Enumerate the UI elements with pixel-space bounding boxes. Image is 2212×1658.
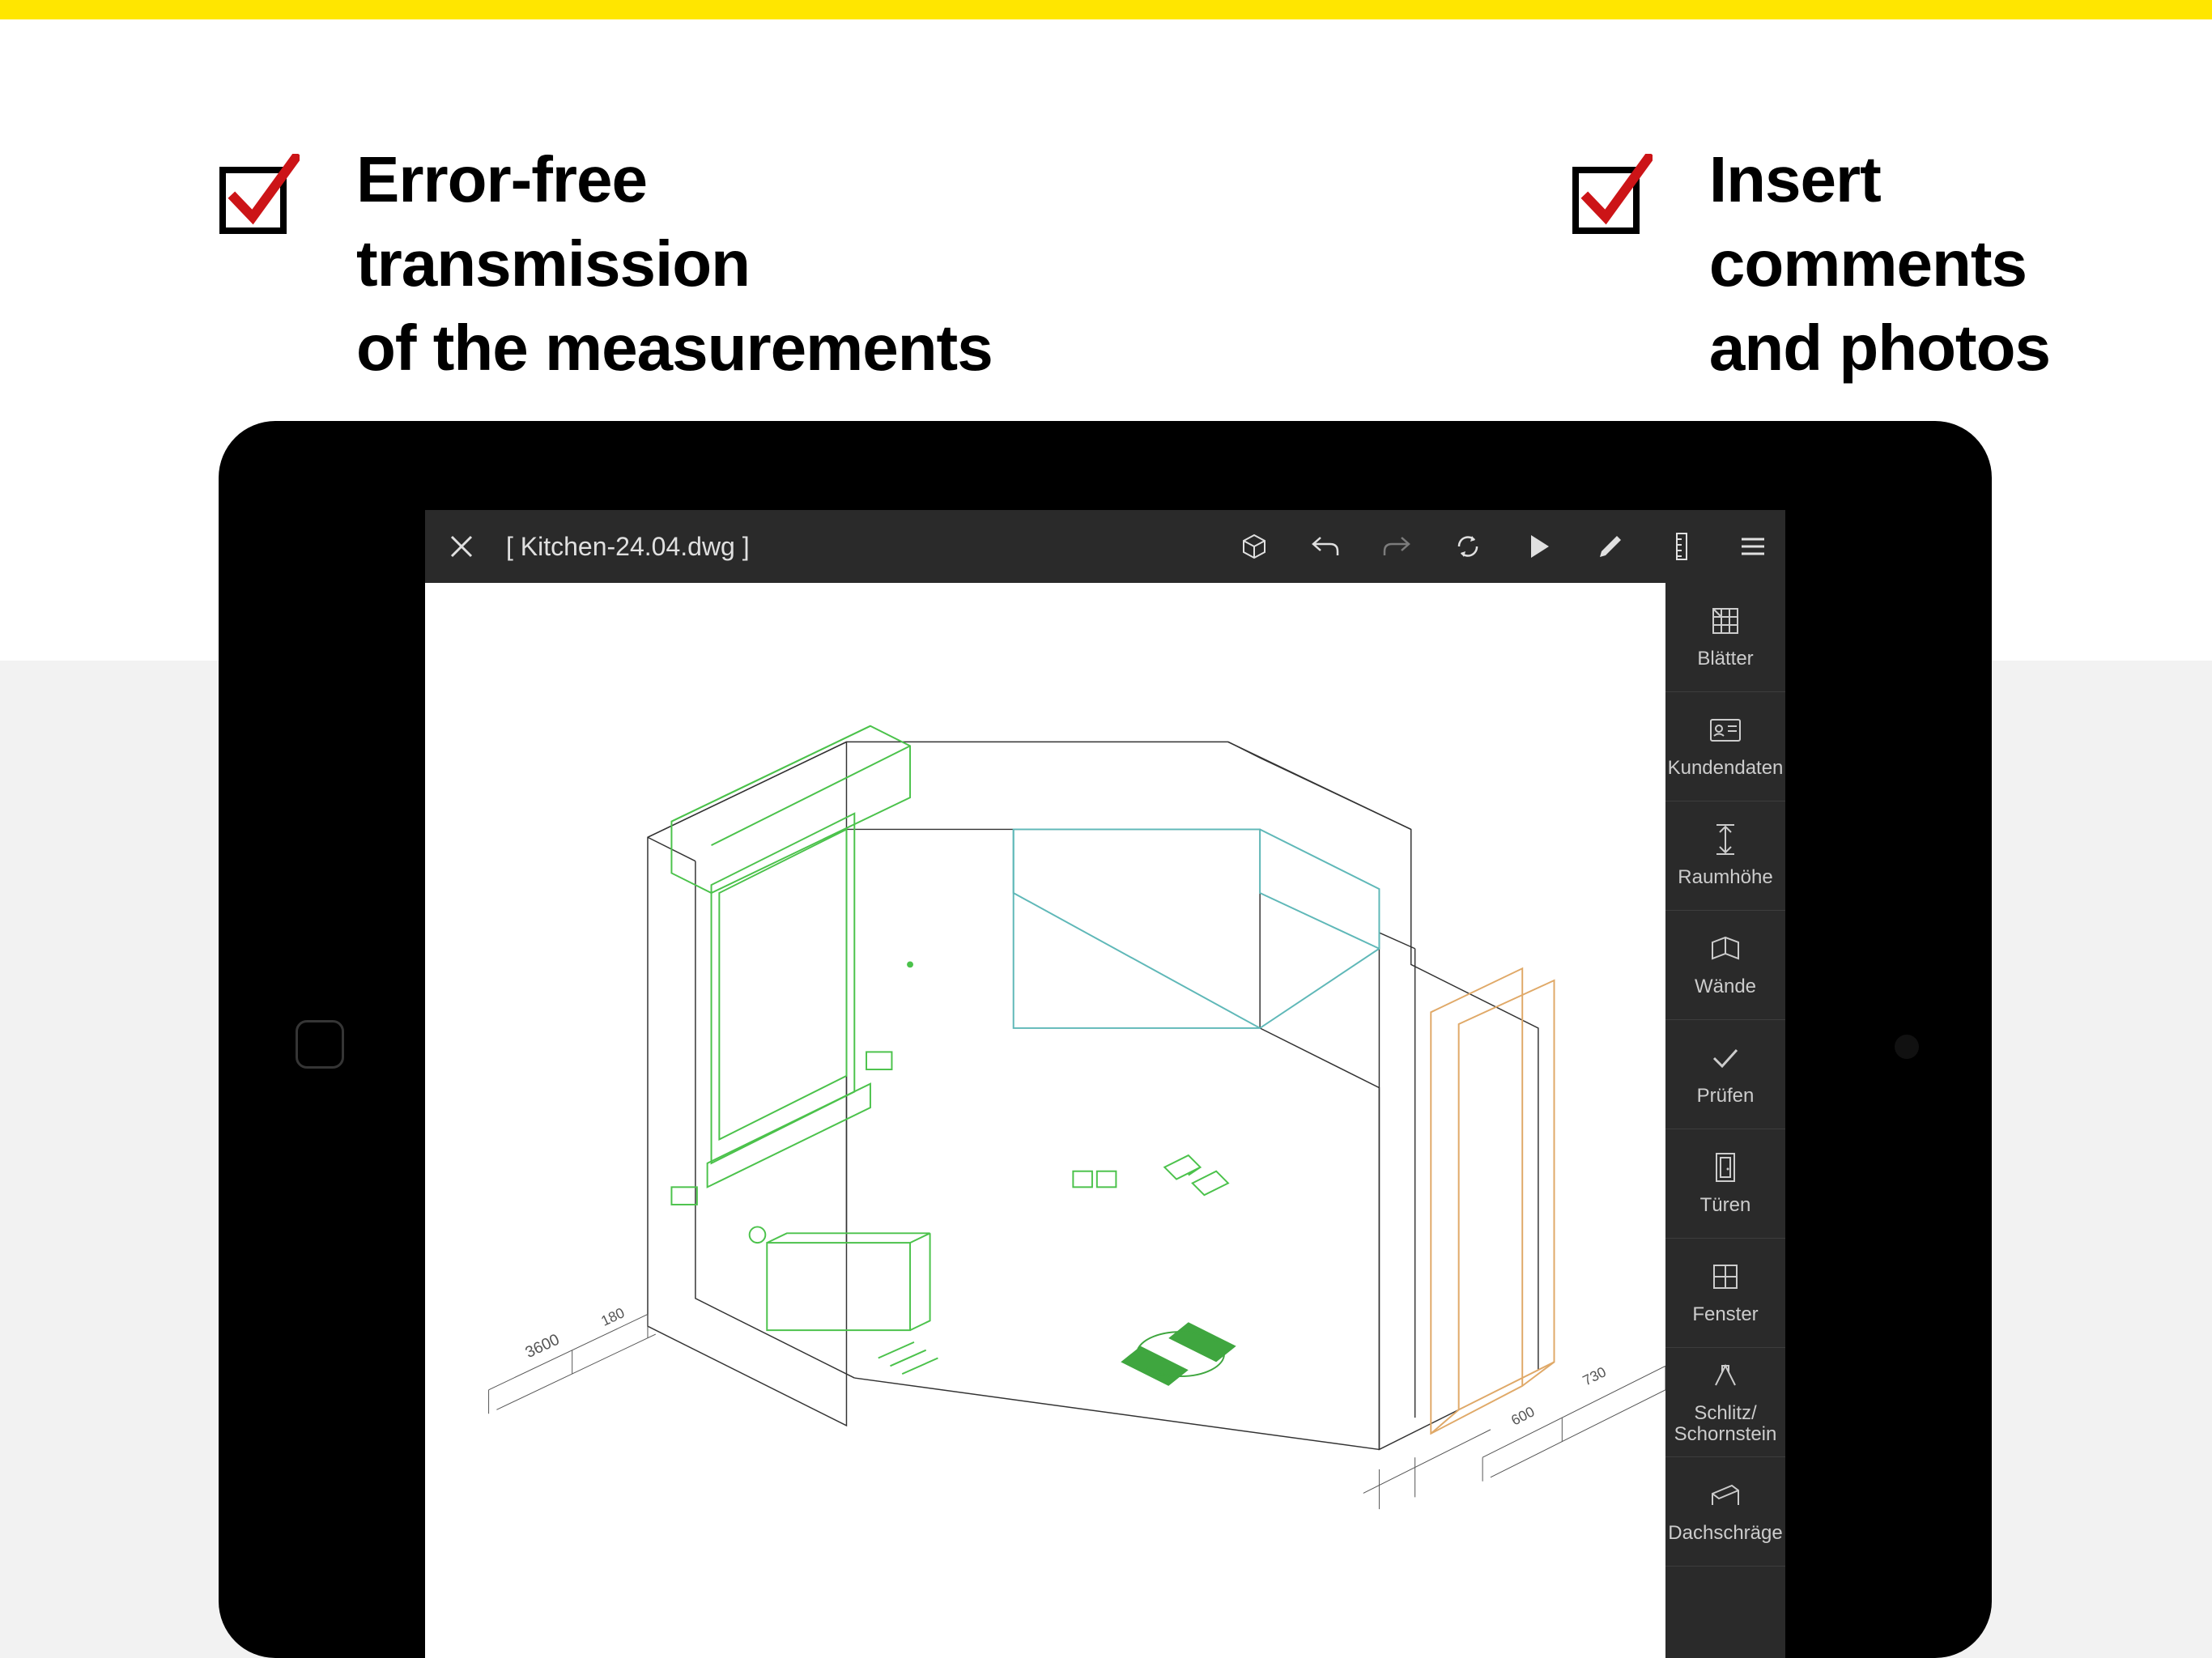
- cad-drawing: 3600 180 730 600: [425, 583, 1665, 1569]
- close-button[interactable]: [441, 526, 482, 567]
- view-3d-button[interactable]: [1238, 530, 1270, 563]
- panel-customer-data[interactable]: Kundendaten: [1665, 692, 1785, 801]
- card-icon: [1709, 714, 1742, 746]
- svg-text:600: 600: [1508, 1403, 1537, 1428]
- side-panel: Blätter Kundendaten Raumhöhe: [1665, 583, 1785, 1658]
- panel-label: Blätter: [1697, 648, 1753, 670]
- panel-check[interactable]: Prüfen: [1665, 1020, 1785, 1129]
- undo-icon: [1311, 534, 1340, 559]
- app-screen: [ Kitchen-24.04.dwg ]: [425, 510, 1785, 1658]
- check-icon: [1709, 1042, 1742, 1074]
- menu-button[interactable]: [1737, 530, 1769, 563]
- menu-icon: [1740, 537, 1766, 556]
- panel-room-height[interactable]: Raumhöhe: [1665, 801, 1785, 911]
- wall-icon: [1709, 933, 1742, 965]
- window-icon: [1709, 1261, 1742, 1293]
- undo-button[interactable]: [1309, 530, 1342, 563]
- sync-icon: [1454, 533, 1482, 560]
- app-body: 3600 180 730 600: [425, 583, 1785, 1658]
- home-button[interactable]: [296, 1020, 344, 1069]
- panel-windows[interactable]: Fenster: [1665, 1239, 1785, 1348]
- height-icon: [1709, 823, 1742, 856]
- svg-text:3600: 3600: [522, 1331, 562, 1362]
- tablet-device: [ Kitchen-24.04.dwg ]: [219, 421, 1992, 1658]
- side-sensor: [1895, 1035, 1919, 1059]
- panel-label: Wände: [1695, 976, 1756, 997]
- app-top-bar: [ Kitchen-24.04.dwg ]: [425, 510, 1785, 583]
- toolbar: [1238, 530, 1769, 563]
- panel-label: Raumhöhe: [1678, 867, 1772, 888]
- panel-sheets[interactable]: Blätter: [1665, 583, 1785, 692]
- roof-icon: [1709, 1479, 1742, 1511]
- panel-label: Schlitz/Schornstein: [1674, 1403, 1777, 1446]
- grid-icon: [1709, 605, 1742, 637]
- drawing-canvas[interactable]: 3600 180 730 600: [425, 583, 1665, 1658]
- feature-list: Error-free transmission of the measureme…: [219, 138, 2212, 390]
- feature-item: Insert comments and photos: [1572, 138, 2212, 390]
- checkmark-icon: [219, 154, 300, 235]
- ruler-icon: [1674, 532, 1689, 561]
- panel-roof-slope[interactable]: Dachschräge: [1665, 1457, 1785, 1567]
- panel-label: Kundendaten: [1668, 758, 1784, 779]
- chimney-icon: [1709, 1359, 1742, 1392]
- feature-text: Error-free transmission of the measureme…: [356, 138, 1053, 390]
- panel-doors[interactable]: Türen: [1665, 1129, 1785, 1239]
- panel-label: Türen: [1700, 1195, 1751, 1216]
- play-icon: [1528, 534, 1551, 559]
- sync-button[interactable]: [1452, 530, 1484, 563]
- panel-label: Dachschräge: [1668, 1523, 1782, 1544]
- measure-button[interactable]: [1665, 530, 1698, 563]
- feature-text: Insert comments and photos: [1709, 138, 2212, 390]
- filename-label: [ Kitchen-24.04.dwg ]: [506, 532, 750, 562]
- cube-3d-icon: [1240, 533, 1268, 560]
- feature-line2: of the measurements: [356, 312, 993, 384]
- edit-button[interactable]: [1594, 530, 1627, 563]
- door-icon: [1709, 1151, 1742, 1184]
- panel-chimney[interactable]: Schlitz/Schornstein: [1665, 1348, 1785, 1457]
- panel-label: Fenster: [1692, 1304, 1758, 1325]
- redo-icon: [1382, 534, 1411, 559]
- top-banner: [0, 0, 2212, 19]
- feature-line1: Error-free transmission: [356, 143, 750, 300]
- svg-text:730: 730: [1580, 1363, 1609, 1388]
- close-icon: [449, 534, 474, 559]
- feature-line1: Insert comments: [1709, 143, 2027, 300]
- redo-button[interactable]: [1380, 530, 1413, 563]
- feature-line2: and photos: [1709, 312, 2050, 384]
- edit-icon: [1597, 534, 1623, 559]
- svg-text:180: 180: [598, 1304, 627, 1329]
- panel-walls[interactable]: Wände: [1665, 911, 1785, 1020]
- play-button[interactable]: [1523, 530, 1555, 563]
- feature-item: Error-free transmission of the measureme…: [219, 138, 1053, 390]
- checkmark-icon: [1572, 154, 1653, 235]
- panel-label: Prüfen: [1697, 1086, 1755, 1107]
